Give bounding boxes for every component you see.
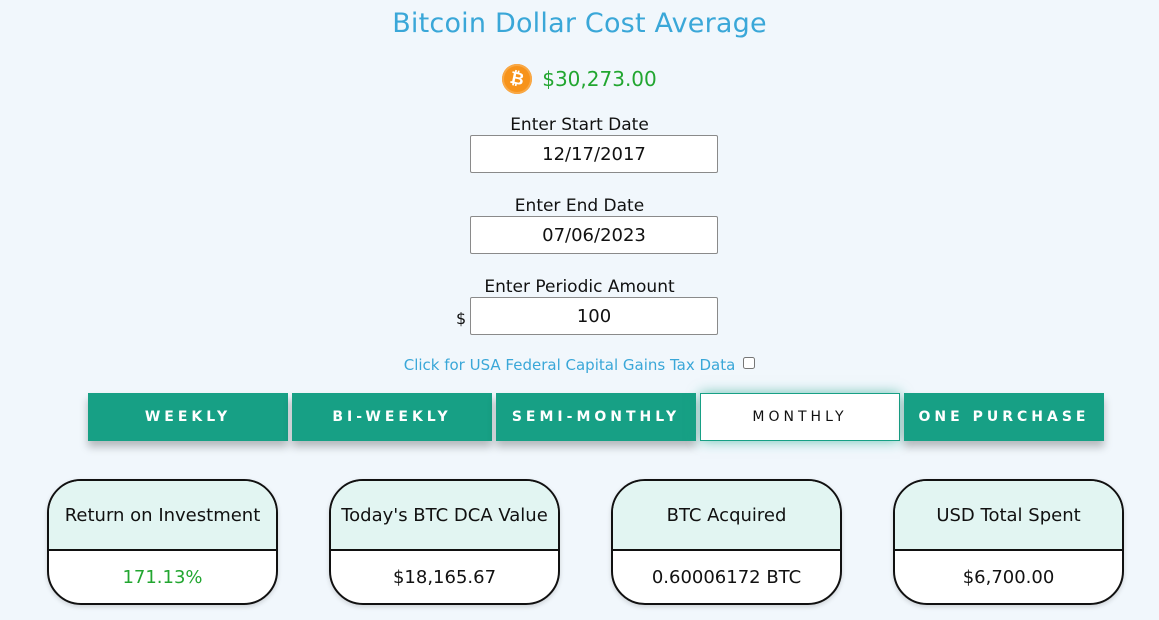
usd-spent-card-title: USD Total Spent [895, 481, 1122, 551]
start-date-label: Enter Start Date [510, 115, 649, 135]
monthly-button[interactable]: MONTHLY [700, 393, 900, 441]
start-date-input[interactable] [470, 135, 718, 173]
page-title: Bitcoin Dollar Cost Average [392, 8, 767, 39]
periodic-amount-label: Enter Periodic Amount [484, 277, 675, 297]
tax-data-checkbox[interactable] [743, 357, 756, 369]
bi-weekly-button[interactable]: BI-WEEKLY [292, 393, 492, 441]
btc-acquired-card: BTC Acquired 0.60006172 BTC [611, 479, 842, 605]
roi-card-title: Return on Investment [49, 481, 276, 551]
roi-card-value: 171.13% [122, 566, 203, 588]
dca-value-card: Today's BTC DCA Value $18,165.67 [329, 479, 560, 605]
results-cards: Return on Investment 171.13% Today's BTC… [47, 479, 1124, 605]
btc-acquired-card-value: 0.60006172 BTC [651, 566, 802, 588]
periodic-amount-input[interactable] [470, 297, 718, 335]
page: Bitcoin Dollar Cost Average ₿ $30,273.00… [0, 0, 1159, 620]
frequency-selector: WEEKLY BI-WEEKLY SEMI-MONTHLY MONTHLY ON… [88, 393, 1104, 441]
usd-spent-card-value: $6,700.00 [962, 566, 1055, 588]
dca-value-card-value: $18,165.67 [392, 566, 497, 588]
weekly-button[interactable]: WEEKLY [88, 393, 288, 441]
roi-card: Return on Investment 171.13% [47, 479, 278, 605]
btc-acquired-card-title: BTC Acquired [613, 481, 840, 551]
currency-symbol: $ [456, 309, 467, 328]
end-date-input[interactable] [470, 216, 718, 254]
tax-row: Click for USA Federal Capital Gains Tax … [0, 356, 1159, 374]
end-date-label: Enter End Date [514, 196, 645, 216]
btc-price: $30,273.00 [542, 67, 657, 91]
price-row: ₿ $30,273.00 [0, 64, 1159, 94]
one-purchase-button[interactable]: ONE PURCHASE [904, 393, 1104, 441]
dca-value-card-title: Today's BTC DCA Value [331, 481, 558, 551]
tax-data-link[interactable]: Click for USA Federal Capital Gains Tax … [404, 356, 736, 374]
usd-spent-card: USD Total Spent $6,700.00 [893, 479, 1124, 605]
bitcoin-icon: ₿ [502, 64, 533, 94]
semi-monthly-button[interactable]: SEMI-MONTHLY [496, 393, 696, 441]
